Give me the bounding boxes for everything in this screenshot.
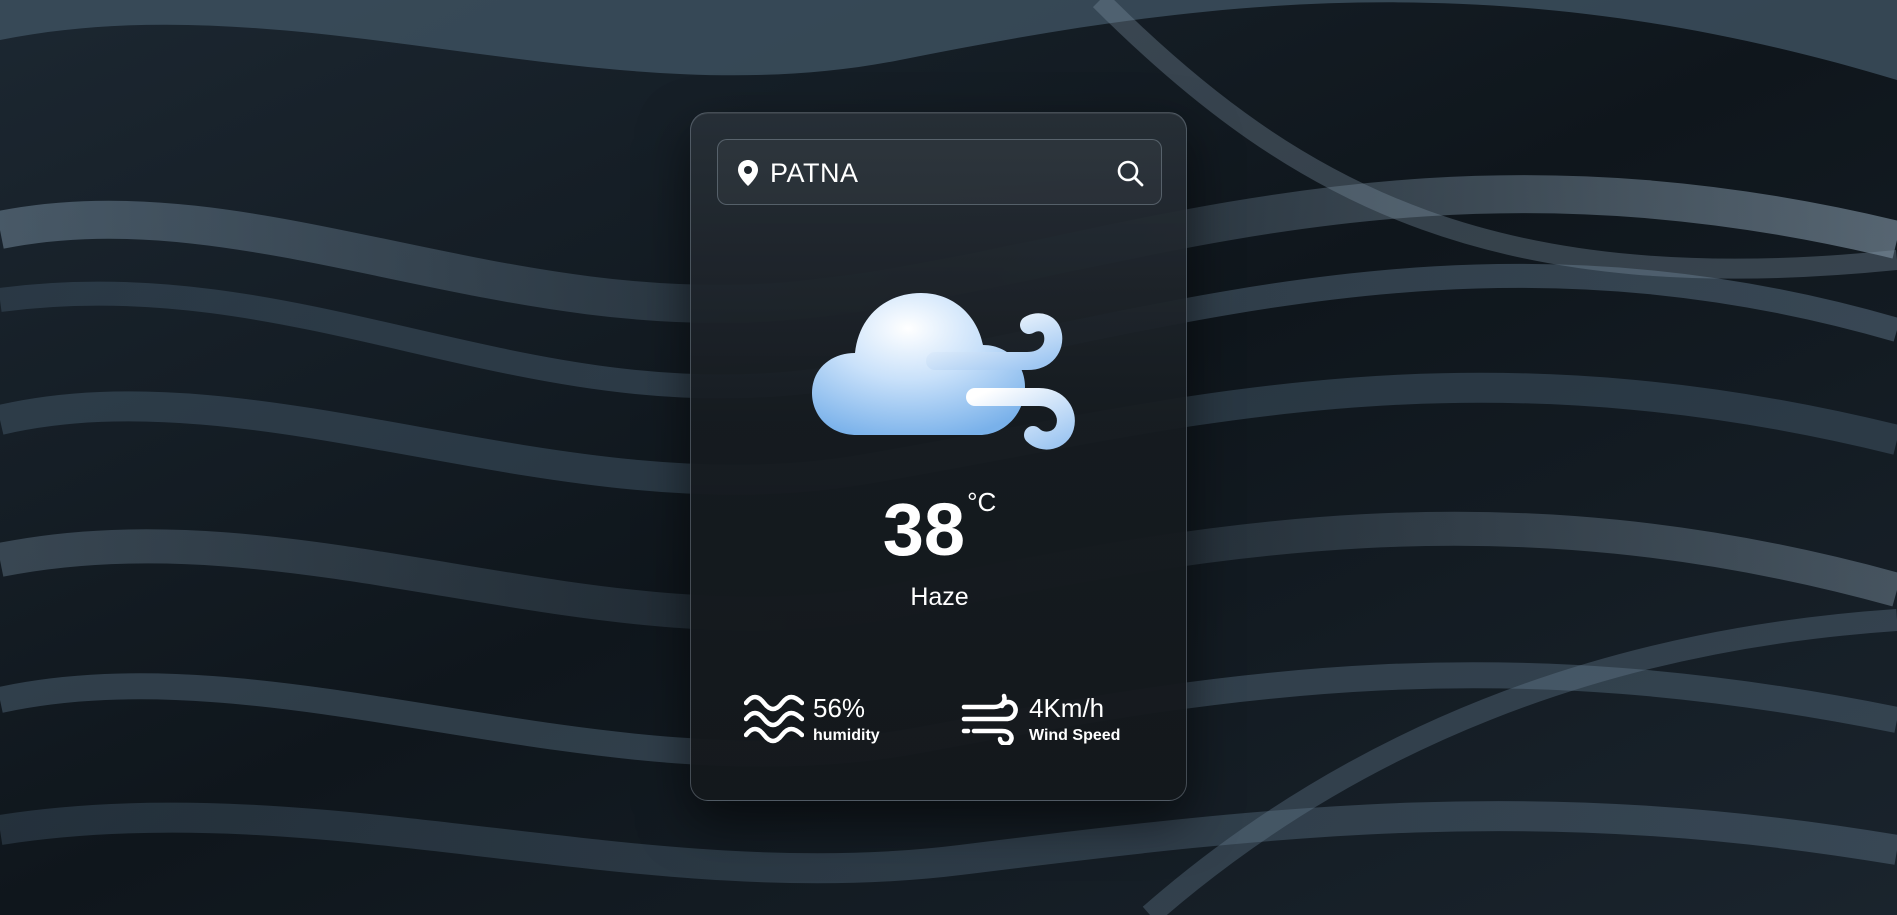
wind-icon	[961, 693, 1018, 745]
temperature-unit: °C	[967, 487, 997, 517]
humidity-stat: 56% humidity	[744, 689, 924, 749]
wind-speed-label: Wind Speed	[1029, 727, 1121, 744]
humidity-label: humidity	[813, 727, 880, 744]
humidity-value: 56%	[813, 693, 866, 723]
weather-condition: Haze	[910, 583, 969, 611]
search-icon[interactable]	[1115, 158, 1145, 188]
temperature-display: 38°C	[691, 488, 1188, 571]
map-pin-icon	[738, 160, 758, 186]
wind-speed-value: 4Km/h	[1029, 693, 1105, 723]
temperature-value: 38	[882, 488, 966, 571]
city-search-input[interactable]	[770, 150, 1090, 196]
waves-icon	[744, 694, 804, 744]
wind-speed-stat: 4Km/h Wind Speed	[960, 689, 1160, 749]
weather-card: 38°C Haze 56% humidity 4Km/h Wind Speed	[690, 112, 1187, 801]
search-bar	[717, 139, 1162, 205]
cloud-wind-icon	[812, 293, 1075, 450]
app-root: 38°C Haze 56% humidity 4Km/h Wind Speed	[0, 0, 1897, 915]
